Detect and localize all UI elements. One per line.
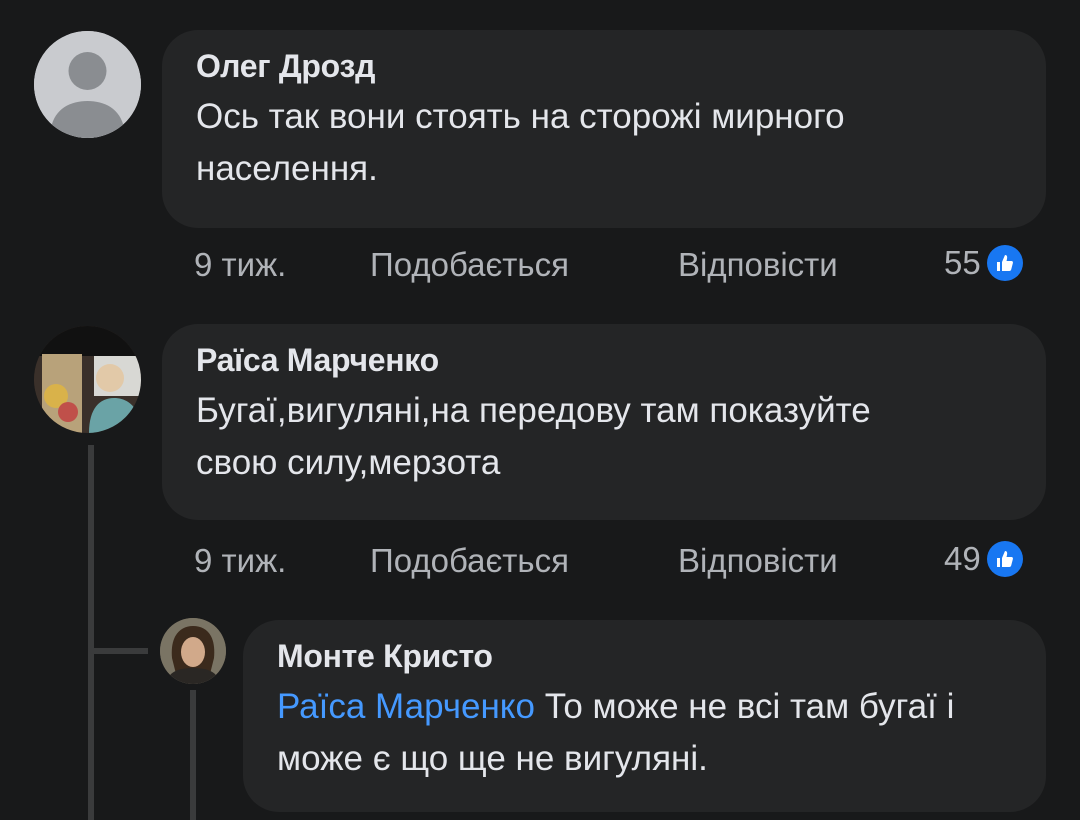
comment-actions: 9 тиж. Подобається Відповісти (194, 542, 838, 580)
like-button[interactable]: Подобається (370, 542, 678, 580)
comment-time[interactable]: 9 тиж. (194, 542, 370, 580)
thread-branch (88, 648, 148, 654)
avatar[interactable] (34, 31, 141, 138)
reply-button[interactable]: Відповісти (678, 246, 838, 284)
reply-text-block: Раїса Марченко То може не всі там бугаї … (277, 681, 1017, 785)
reply-button[interactable]: Відповісти (678, 542, 838, 580)
reply-author[interactable]: Монте Кристо (277, 638, 1012, 675)
avatar[interactable] (160, 618, 226, 684)
comment-bubble: Олег Дрозд Ось так вони стоять на сторож… (162, 30, 1046, 228)
mention-link[interactable]: Раїса Марченко (277, 687, 535, 726)
reaction-count[interactable]: 49 (944, 540, 1023, 578)
user-photo-icon (160, 618, 226, 684)
reaction-count[interactable]: 55 (944, 244, 1023, 282)
thumbs-up-icon (986, 541, 1023, 577)
avatar[interactable] (34, 326, 141, 433)
comment-time[interactable]: 9 тиж. (194, 246, 370, 284)
comment-text: Ось так вони стоять на сторожі мирного н… (196, 97, 845, 188)
comment-author[interactable]: Олег Дрозд (196, 48, 1012, 85)
thumbs-up-icon (986, 245, 1023, 281)
reply-bubble: Монте Кристо Раїса Марченко То може не в… (243, 620, 1046, 812)
like-count-value: 49 (944, 540, 981, 577)
comment-text: Бугаї,вигуляні,на передову там показуйте… (196, 391, 871, 482)
comment-actions: 9 тиж. Подобається Відповісти (194, 246, 838, 284)
thread-line (88, 445, 94, 820)
like-count-value: 55 (944, 244, 981, 281)
comment-author[interactable]: Раїса Марченко (196, 342, 1012, 379)
default-avatar-icon (34, 31, 141, 138)
user-photo-icon (34, 326, 141, 433)
comment-bubble: Раїса Марченко Бугаї,вигуляні,на передов… (162, 324, 1046, 520)
reply-thread-line (190, 690, 196, 820)
like-button[interactable]: Подобається (370, 246, 678, 284)
